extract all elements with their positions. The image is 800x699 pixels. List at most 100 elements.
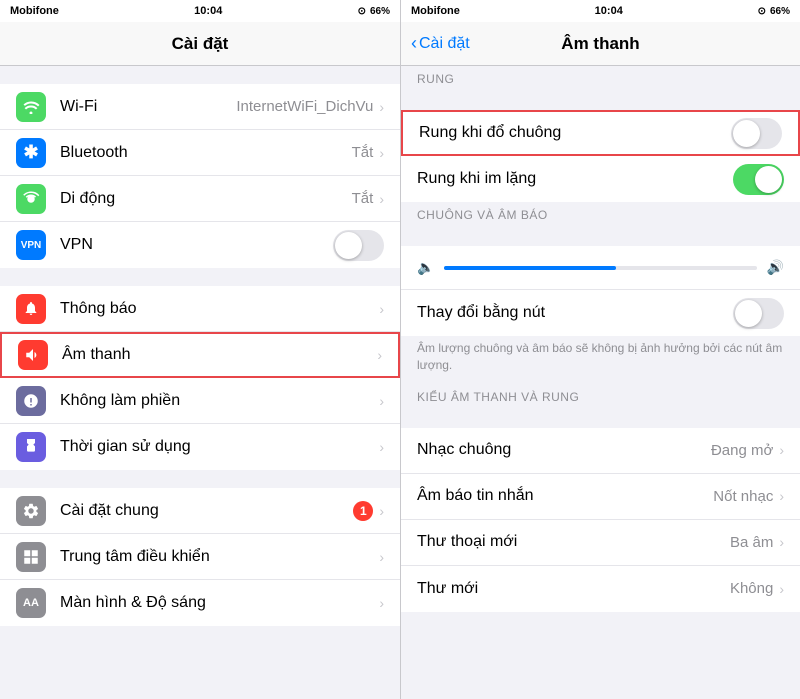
- kieu-group: Nhạc chuông Đang mở › Âm báo tin nhắn Nố…: [401, 428, 800, 612]
- right-nav-bar: ‹ Cài đặt Âm thanh: [401, 22, 800, 66]
- volume-fill: [444, 266, 616, 270]
- texttone-row[interactable]: Âm báo tin nhắn Nốt nhạc ›: [401, 474, 800, 520]
- vpn-row[interactable]: VPN VPN: [0, 222, 400, 268]
- control-chevron: ›: [379, 549, 384, 565]
- left-nav-title: Cài đặt: [172, 34, 229, 54]
- screentime-label: Thời gian sử dụng: [60, 438, 379, 456]
- wifi-chevron: ›: [379, 99, 384, 115]
- mobile-icon: [16, 184, 46, 214]
- donotdisturb-icon: [16, 386, 46, 416]
- display-icon: AA: [16, 588, 46, 618]
- chuong-footer: Âm lượng chuông và âm báo sẽ không bị ản…: [401, 336, 800, 384]
- screentime-icon: [16, 432, 46, 462]
- change-button-row[interactable]: Thay đổi bằng nút: [401, 290, 800, 336]
- display-row[interactable]: AA Màn hình & Độ sáng ›: [0, 580, 400, 626]
- donotdisturb-chevron: ›: [379, 393, 384, 409]
- general-icon: [16, 496, 46, 526]
- general-chevron: ›: [379, 503, 384, 519]
- kieu-header: KIỂU ÂM THANH VÀ RUNG: [401, 384, 800, 410]
- control-row[interactable]: Trung tâm điều khiển ›: [0, 534, 400, 580]
- mobile-value: Tắt: [352, 190, 374, 207]
- silent-vibrate-row[interactable]: Rung khi im lặng: [401, 156, 800, 202]
- wifi-row[interactable]: Wi-Fi InternetWiFi_DichVu ›: [0, 84, 400, 130]
- change-button-label: Thay đổi bằng nút: [417, 304, 733, 322]
- left-panel: Mobifone 10:04 ⊙ 66% Cài đặt Wi-Fi Inter…: [0, 0, 400, 699]
- back-label: Cài đặt: [419, 35, 470, 53]
- wifi-label: Wi-Fi: [60, 98, 236, 116]
- sound-label: Âm thanh: [62, 346, 377, 364]
- voicemail-value: Ba âm: [730, 534, 773, 551]
- right-status-bar: Mobifone 10:04 ⊙ 66%: [401, 0, 800, 22]
- mobile-chevron: ›: [379, 191, 384, 207]
- back-button[interactable]: ‹ Cài đặt: [411, 35, 470, 53]
- notification-icon: [16, 294, 46, 324]
- right-panel: Mobifone 10:04 ⊙ 66% ‹ Cài đặt Âm thanh …: [400, 0, 800, 699]
- right-carrier: Mobifone: [411, 5, 460, 17]
- general-group: Cài đặt chung 1 › Trung tâm điều khiển ›…: [0, 488, 400, 626]
- back-chevron-icon: ‹: [411, 34, 417, 52]
- volume-slider-row[interactable]: 🔈 🔊: [401, 246, 800, 290]
- ringtone-chevron: ›: [779, 442, 784, 458]
- general-badge: 1: [353, 501, 373, 521]
- vpn-toggle[interactable]: [333, 230, 384, 261]
- volume-low-icon: 🔈: [417, 259, 434, 276]
- right-nav-title: Âm thanh: [561, 34, 639, 54]
- notification-row[interactable]: Thông báo ›: [0, 286, 400, 332]
- voicemail-chevron: ›: [779, 534, 784, 550]
- left-time: 10:04: [194, 5, 222, 17]
- wifi-value: InternetWiFi_DichVu: [236, 98, 373, 115]
- control-icon: [16, 542, 46, 572]
- bluetooth-icon: ✱: [16, 138, 46, 168]
- silent-vibrate-thumb: [755, 166, 782, 193]
- chuong-group: 🔈 🔊 Thay đổi bằng nút: [401, 246, 800, 336]
- volume-high-icon: 🔊: [767, 259, 784, 276]
- silent-vibrate-label: Rung khi im lặng: [417, 170, 733, 188]
- notification-label: Thông báo: [60, 300, 379, 318]
- volume-track[interactable]: [444, 266, 756, 270]
- ring-vibrate-thumb: [733, 120, 760, 147]
- ringtone-row[interactable]: Nhạc chuông Đang mở ›: [401, 428, 800, 474]
- mobile-label: Di động: [60, 190, 352, 208]
- general-row[interactable]: Cài đặt chung 1 ›: [0, 488, 400, 534]
- ring-vibrate-toggle[interactable]: [731, 118, 782, 149]
- notifications-group: Thông báo › Âm thanh › Không làm phiền ›…: [0, 286, 400, 470]
- left-nav-bar: Cài đặt: [0, 22, 400, 66]
- newmail-row[interactable]: Thư mới Không ›: [401, 566, 800, 612]
- bluetooth-value: Tắt: [352, 144, 374, 161]
- screentime-chevron: ›: [379, 439, 384, 455]
- texttone-label: Âm báo tin nhắn: [417, 487, 713, 505]
- voicemail-label: Thư thoại mới: [417, 533, 730, 551]
- wifi-icon: [16, 92, 46, 122]
- newmail-value: Không: [730, 580, 773, 597]
- voicemail-row[interactable]: Thư thoại mới Ba âm ›: [401, 520, 800, 566]
- ringtone-label: Nhạc chuông: [417, 441, 711, 459]
- screentime-row[interactable]: Thời gian sử dụng ›: [0, 424, 400, 470]
- left-status-bar: Mobifone 10:04 ⊙ 66%: [0, 0, 400, 22]
- ring-vibrate-label: Rung khi đổ chuông: [419, 124, 731, 142]
- sound-chevron: ›: [377, 347, 382, 363]
- left-battery: 66%: [370, 6, 390, 17]
- left-carrier: Mobifone: [10, 5, 59, 17]
- network-group: Wi-Fi InternetWiFi_DichVu › ✱ Bluetooth …: [0, 84, 400, 268]
- change-button-toggle[interactable]: [733, 298, 784, 329]
- left-battery-icon: ⊙: [358, 6, 366, 17]
- ring-vibrate-row[interactable]: Rung khi đổ chuông: [401, 110, 800, 156]
- right-battery-icon: ⊙: [758, 6, 766, 17]
- donotdisturb-row[interactable]: Không làm phiền ›: [0, 378, 400, 424]
- mobile-row[interactable]: Di động Tắt ›: [0, 176, 400, 222]
- silent-vibrate-toggle[interactable]: [733, 164, 784, 195]
- sound-icon: [18, 340, 48, 370]
- vpn-label: VPN: [60, 236, 333, 254]
- bluetooth-label: Bluetooth: [60, 144, 352, 162]
- bluetooth-row[interactable]: ✱ Bluetooth Tắt ›: [0, 130, 400, 176]
- texttone-chevron: ›: [779, 488, 784, 504]
- rung-header: RUNG: [401, 66, 800, 92]
- right-battery: 66%: [770, 6, 790, 17]
- display-label: Màn hình & Độ sáng: [60, 594, 379, 612]
- newmail-label: Thư mới: [417, 580, 730, 598]
- vpn-icon: VPN: [16, 230, 46, 260]
- sound-row[interactable]: Âm thanh ›: [0, 332, 400, 378]
- control-label: Trung tâm điều khiển: [60, 548, 379, 566]
- notification-chevron: ›: [379, 301, 384, 317]
- right-time: 10:04: [595, 5, 623, 17]
